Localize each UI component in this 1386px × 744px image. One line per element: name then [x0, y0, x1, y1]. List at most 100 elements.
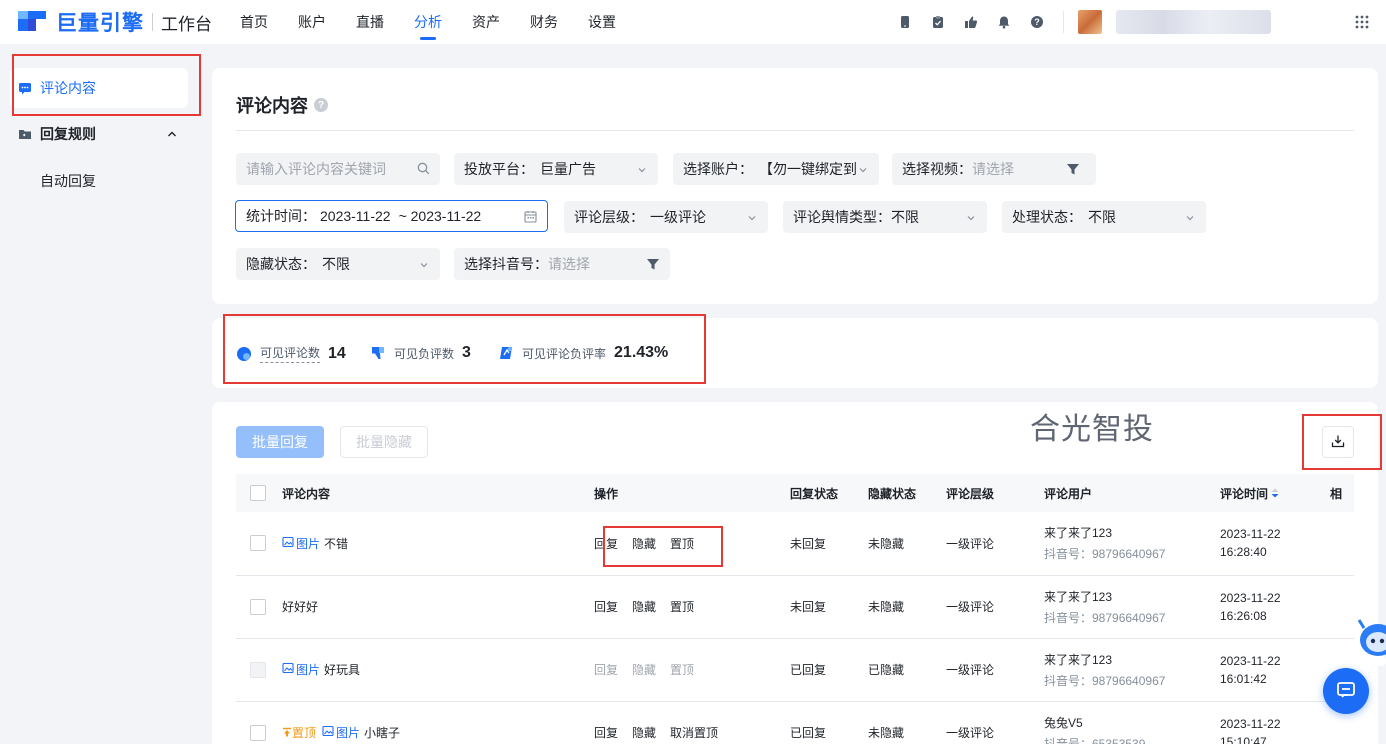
row-action-2[interactable]: 置顶 [670, 537, 694, 551]
comment-level: 一级评论 [946, 600, 995, 614]
stat-visible-comments: 可见评论数 14 [236, 344, 346, 363]
nav-item-home[interactable]: 首页 [225, 0, 283, 44]
nav-item-finance[interactable]: 财务 [515, 0, 573, 44]
sidebar-item-auto-reply[interactable]: 自动回复 [10, 161, 188, 201]
row-checkbox[interactable] [250, 535, 266, 552]
top-divider [1063, 11, 1064, 33]
row-action-0[interactable]: 回复 [594, 600, 618, 614]
avatar[interactable] [1078, 10, 1102, 34]
comments-table: 评论内容 操作 回复状态 隐藏状态 评论层级 评论用户 评论时间 相 图片 不错回… [236, 474, 1354, 744]
column-header-sortable[interactable]: 评论时间 [1220, 474, 1330, 512]
row-action-2[interactable]: 置顶 [670, 663, 694, 677]
row-checkbox[interactable] [250, 598, 266, 615]
clipboard-icon[interactable] [931, 15, 945, 29]
video-select[interactable]: 选择视频： 请选择 [892, 153, 1096, 185]
help-circle-icon[interactable]: ? [314, 98, 328, 112]
image-tag-label: 图片 [296, 663, 321, 677]
product-name: 工作台 [161, 14, 212, 34]
phone-icon[interactable] [898, 15, 912, 29]
row-action-1[interactable]: 隐藏 [632, 600, 656, 614]
select-all-checkbox[interactable] [250, 485, 266, 501]
row-action-2[interactable]: 取消置顶 [670, 726, 718, 740]
batch-hide-button[interactable]: 批量隐藏 [340, 426, 428, 458]
process-label: 处理状态： [1012, 209, 1082, 225]
sidebar: 评论内容 回复规则 自动回复 [0, 44, 205, 744]
pinned-tag-label: 置顶 [292, 726, 317, 741]
column-header: 相 [1330, 486, 1343, 501]
funnel-icon[interactable] [1066, 162, 1080, 179]
stat-negative-comments: 可见负评数 3 [370, 344, 471, 362]
sort-icon[interactable] [1271, 487, 1279, 501]
filter-card: 评论内容 ? 请输入评论内容关键词 投放平台： 巨量广告 选择账户： 【勿一键绑… [212, 68, 1378, 304]
nav-item-live[interactable]: 直播 [341, 0, 399, 44]
row-action-1[interactable]: 隐藏 [632, 726, 656, 740]
search-icon[interactable] [417, 162, 430, 178]
chat-icon [1335, 679, 1357, 704]
platform-label: 投放平台： [464, 161, 534, 177]
process-status-select[interactable]: 处理状态： 不限 [1002, 201, 1206, 233]
actions-cell: 回复 隐藏 置顶 [594, 512, 790, 575]
table-header-row: 评论内容 操作 回复状态 隐藏状态 评论层级 评论用户 评论时间 相 [236, 474, 1354, 512]
apps-grid-icon[interactable] [1348, 8, 1376, 36]
account-select[interactable]: 选择账户： 【勿一键绑定到 [673, 153, 879, 185]
time-end[interactable]: ~ 2023-11-22 [399, 208, 482, 224]
top-icon-group: ? [898, 0, 1271, 44]
hidden-status-select[interactable]: 隐藏状态： 不限 [236, 248, 440, 280]
row-action-0[interactable]: 回复 [594, 537, 618, 551]
account-name-blurred[interactable] [1116, 10, 1271, 34]
comment-cell: 置顶 图片 小瞎子 [282, 701, 594, 744]
douyin-select[interactable]: 选择抖音号： 请选择 [454, 248, 670, 280]
nav-item-analysis[interactable]: 分析 [399, 0, 457, 44]
time-start[interactable]: 2023-11-22 [320, 208, 391, 224]
row-checkbox[interactable] [250, 661, 266, 678]
page-title: 评论内容 ? [236, 92, 328, 118]
chevron-down-icon [1184, 211, 1196, 227]
sidebar-item-comment-content[interactable]: 评论内容 [10, 68, 188, 108]
level-label: 评论层级： [574, 209, 644, 225]
user-name[interactable]: 来了来了123 [1044, 524, 1220, 541]
sentiment-select[interactable]: 评论舆情类型： 不限 [783, 201, 987, 233]
sentiment-label: 评论舆情类型： [793, 209, 891, 225]
comment-level-select[interactable]: 评论层级： 一级评论 [564, 201, 768, 233]
main-nav: 首页 账户 直播 分析 资产 财务 设置 [225, 0, 631, 44]
user-name[interactable]: 来了来了123 [1044, 651, 1220, 668]
row-action-2[interactable]: 置顶 [670, 600, 694, 614]
download-button[interactable] [1322, 426, 1354, 458]
column-header: 评论层级 [946, 486, 995, 501]
image-tag[interactable]: 图片 [282, 535, 320, 552]
help-icon[interactable]: ? [1030, 15, 1044, 29]
row-action-0[interactable]: 回复 [594, 726, 618, 740]
platform-select[interactable]: 投放平台： 巨量广告 [454, 153, 658, 185]
search-input[interactable]: 请输入评论内容关键词 [236, 153, 440, 185]
thumb-down-icon [370, 345, 386, 361]
user-name[interactable]: 来了来了123 [1044, 588, 1220, 605]
image-tag[interactable]: 图片 [282, 661, 320, 678]
douyin-label: 选择抖音号： [464, 256, 548, 272]
image-tag-label: 图片 [336, 725, 361, 740]
assistant-robot-icon[interactable] [1356, 610, 1386, 668]
bell-icon[interactable] [997, 15, 1011, 29]
date-range-picker[interactable]: 统计时间： 2023-11-22 ~ 2023-11-22 [235, 200, 548, 232]
reply-status: 已回复 [790, 663, 827, 677]
comment-user: 来了来了123 抖音号：98796640967 [1044, 575, 1220, 638]
batch-reply-button[interactable]: 批量回复 [236, 426, 324, 458]
thumb-icon[interactable] [964, 15, 978, 29]
sidebar-group-reply-rules[interactable]: 回复规则 [10, 114, 188, 154]
row-checkbox[interactable] [250, 724, 266, 741]
row-action-1[interactable]: 隐藏 [632, 537, 656, 551]
chat-support-button[interactable] [1323, 668, 1369, 714]
nav-item-settings[interactable]: 设置 [573, 0, 631, 44]
nav-item-account[interactable]: 账户 [283, 0, 341, 44]
image-tag[interactable]: 图片 [322, 724, 360, 741]
brand-logo[interactable]: 巨量引擎 工作台 [0, 7, 225, 37]
comment-level: 一级评论 [946, 726, 995, 740]
nav-item-assets[interactable]: 资产 [457, 0, 515, 44]
video-placeholder: 请选择 [972, 161, 1014, 177]
row-action-1[interactable]: 隐藏 [632, 663, 656, 677]
user-name[interactable]: 兔兔V5 [1044, 714, 1220, 731]
funnel-icon[interactable] [646, 257, 660, 274]
row-action-0[interactable]: 回复 [594, 663, 618, 677]
comment-user: 来了来了123 抖音号：98796640967 [1044, 512, 1220, 575]
calendar-icon[interactable] [524, 210, 537, 226]
comment-time: 2023-11-22 16:26:08 [1220, 575, 1330, 638]
